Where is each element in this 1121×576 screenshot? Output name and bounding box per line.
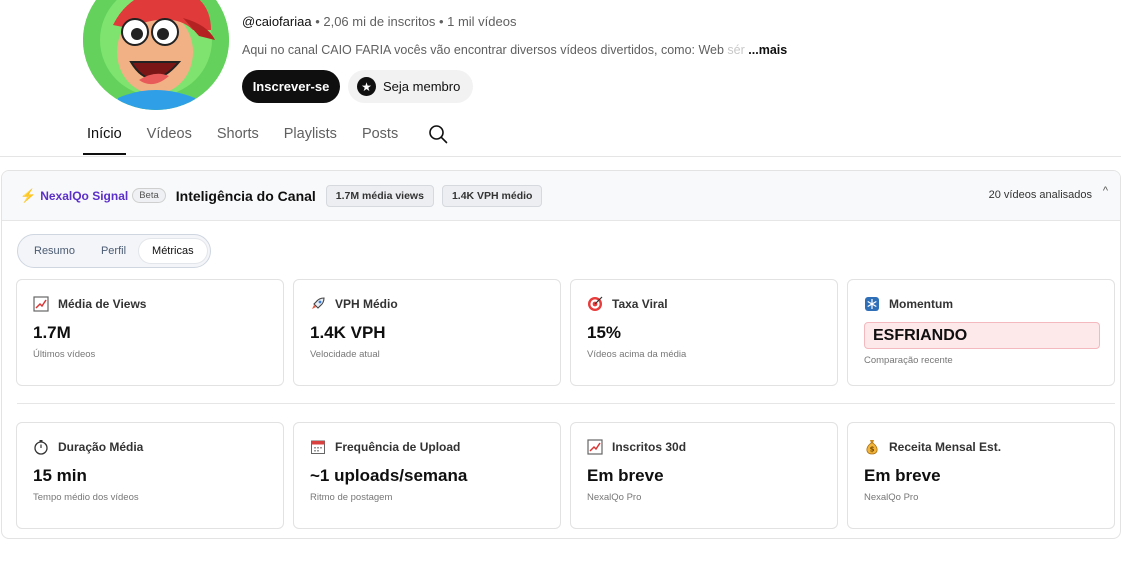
channel-stats: • 2,06 mi de inscritos • 1 mil vídeos [311, 14, 517, 29]
tab-profile[interactable]: Perfil [88, 239, 139, 263]
card-title: Taxa Viral [587, 296, 821, 312]
money-bag-icon: $ [864, 439, 880, 455]
metric-card-viral-rate: Taxa Viral 15% Vídeos acima da média [570, 279, 838, 386]
channel-description[interactable]: Aqui no canal CAIO FARIA vocês vão encon… [242, 43, 787, 57]
description-text: Aqui no canal CAIO FARIA vocês vão encon… [242, 43, 728, 57]
card-value: Em breve [587, 466, 664, 485]
card-value: Em breve [864, 466, 941, 485]
target-icon [587, 296, 603, 312]
card-title-text: Duração Média [58, 440, 144, 454]
card-value: 1.4K VPH [310, 323, 386, 342]
card-title: Frequência de Upload [310, 439, 544, 455]
videos-analyzed-label: 20 vídeos analisados [988, 189, 1092, 201]
join-member-label: Seja membro [383, 79, 461, 94]
brand: ⚡ NexalQo Signal Beta [20, 188, 166, 204]
header-divider [0, 156, 1121, 157]
tab-videos[interactable]: Vídeos [147, 118, 192, 157]
calendar-icon [310, 439, 326, 455]
card-value: 1.7M [33, 323, 71, 342]
tab-posts[interactable]: Posts [362, 118, 398, 157]
beta-badge: Beta [132, 188, 166, 203]
card-title-text: Momentum [889, 297, 953, 311]
avg-views-chip: 1.7M média views [325, 184, 434, 207]
chart-up-icon [33, 296, 49, 312]
card-value: ~1 uploads/semana [310, 466, 468, 485]
avg-vph-chip: 1.4K VPH médio [441, 184, 543, 207]
card-subtitle: Comparação recente [864, 355, 953, 366]
stopwatch-icon [33, 439, 49, 455]
join-member-button[interactable]: ★ Seja membro [348, 70, 473, 103]
card-title: $ Receita Mensal Est. [864, 439, 1098, 455]
metric-card-avg-views: Média de Views 1.7M Últimos vídeos [16, 279, 284, 386]
tab-metrics[interactable]: Métricas [139, 239, 207, 263]
search-icon[interactable] [428, 124, 448, 144]
metric-card-momentum: Momentum ESFRIANDO Comparação recente [847, 279, 1115, 386]
card-title-text: Frequência de Upload [335, 440, 461, 454]
metric-card-subscribers-30d: Inscritos 30d Em breve NexalQo Pro [570, 422, 838, 529]
metric-card-upload-frequency: Frequência de Upload ~1 uploads/semana R… [293, 422, 561, 529]
card-title: Duração Média [33, 439, 267, 455]
card-subtitle: NexalQo Pro [864, 492, 919, 503]
view-segmented-control: Resumo Perfil Métricas [17, 234, 211, 268]
card-title: Momentum [864, 296, 1098, 312]
subscribe-button[interactable]: Inscrever-se [242, 70, 340, 103]
panel-title: Inteligência do Canal [175, 187, 316, 204]
metric-card-monthly-revenue: $ Receita Mensal Est. Em breve NexalQo P… [847, 422, 1115, 529]
channel-tabs: Início Vídeos Shorts Playlists Posts [83, 118, 423, 157]
card-value: 15 min [33, 466, 87, 485]
channel-avatar[interactable] [83, 0, 229, 110]
channel-intelligence-panel: ⚡ NexalQo Signal Beta Inteligência do Ca… [1, 170, 1121, 539]
tab-summary[interactable]: Resumo [21, 239, 88, 263]
tab-playlists[interactable]: Playlists [284, 118, 337, 157]
card-title-text: VPH Médio [335, 297, 398, 311]
snowflake-icon [864, 296, 880, 312]
card-subtitle: Velocidade atual [310, 349, 380, 360]
collapse-icon[interactable]: ^ [1103, 185, 1108, 197]
rocket-icon [310, 296, 326, 312]
more-link[interactable]: ...mais [748, 43, 787, 57]
tab-shorts[interactable]: Shorts [217, 118, 259, 157]
momentum-status-badge: ESFRIANDO [864, 322, 1100, 349]
chart-up-icon [587, 439, 603, 455]
svg-text:$: $ [870, 446, 875, 454]
panel-header[interactable]: ⚡ NexalQo Signal Beta Inteligência do Ca… [2, 171, 1120, 221]
card-value: 15% [587, 323, 622, 342]
row-divider [17, 403, 1115, 404]
card-title-text: Média de Views [58, 297, 147, 311]
card-title: Média de Views [33, 296, 267, 312]
channel-handle[interactable]: @caiofariaa [242, 14, 312, 29]
card-title-text: Inscritos 30d [612, 440, 687, 454]
star-icon: ★ [357, 77, 376, 96]
card-title-text: Taxa Viral [612, 297, 668, 311]
card-subtitle: Últimos vídeos [33, 349, 96, 360]
metric-card-avg-duration: Duração Média 15 min Tempo médio dos víd… [16, 422, 284, 529]
lightning-icon: ⚡ [20, 187, 37, 203]
brand-name: NexalQo Signal [40, 188, 129, 203]
tab-home[interactable]: Início [83, 118, 126, 157]
card-title: Inscritos 30d [587, 439, 821, 455]
card-subtitle: Tempo médio dos vídeos [33, 492, 139, 503]
card-subtitle: NexalQo Pro [587, 492, 642, 503]
channel-meta: @caiofariaa • 2,06 mi de inscritos • 1 m… [242, 14, 516, 29]
description-faded-text: sér [727, 43, 745, 57]
card-title: VPH Médio [310, 296, 544, 312]
card-subtitle: Ritmo de postagem [310, 492, 393, 503]
metric-card-avg-vph: VPH Médio 1.4K VPH Velocidade atual [293, 279, 561, 386]
card-subtitle: Vídeos acima da média [587, 349, 687, 360]
card-title-text: Receita Mensal Est. [889, 440, 1002, 454]
